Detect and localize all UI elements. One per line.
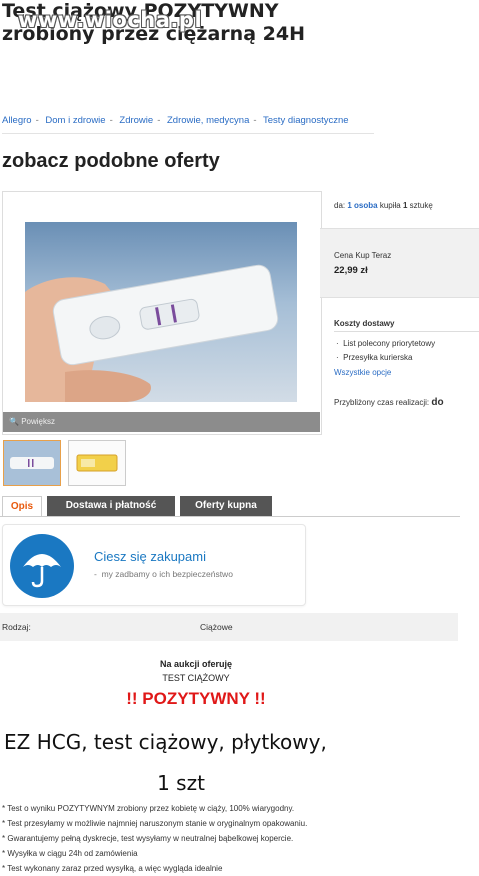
price-box: Cena Kup Teraz 22,99 zł <box>320 228 479 298</box>
purchase-stats: da: 1 osoba kupiła 1 sztukę <box>334 201 433 210</box>
umbrella-icon <box>10 534 74 598</box>
desc-intro: Na aukcji oferuję <box>159 659 233 669</box>
breadcrumb-dom-i-zdrowie[interactable]: Dom i zdrowie <box>45 115 105 126</box>
desc-bullet: * Test o wyniku POZYTYWNYM zrobiony prze… <box>2 804 295 813</box>
tab-opis[interactable]: Opis <box>2 496 42 516</box>
all-shipping-options-link[interactable]: Wszystkie opcje <box>334 368 391 377</box>
zoom-icon: 🔍 <box>9 417 19 426</box>
shipping-option-2: · Przesyłka kurierska <box>336 353 413 362</box>
buyer-count-link[interactable]: 1 osoba <box>347 201 377 210</box>
breadcrumb-zdrowie-medycyna[interactable]: Zdrowie, medycyna <box>167 115 249 126</box>
tab-dostawa-i-platnosc[interactable]: Dostawa i płatność <box>47 496 175 516</box>
similar-offers-title[interactable]: zobacz podobne oferty <box>2 150 220 173</box>
tabs-underline <box>0 516 460 517</box>
divider <box>2 133 374 134</box>
realization-time: Przybliżony czas realizacji: do <box>334 397 444 408</box>
desc-bullet: * Test przesyłamy w możliwie najmniej na… <box>2 819 308 828</box>
watermark: www.wiocha.pl <box>18 8 203 32</box>
param-row: Rodzaj: Ciążowe <box>0 613 458 641</box>
pregnancy-test-image <box>25 264 279 402</box>
offer-summary: da: 1 osoba kupiła 1 sztukę Cena Kup Ter… <box>320 191 479 431</box>
product-photo[interactable] <box>25 222 297 402</box>
breadcrumb-allegro[interactable]: Allegro <box>2 115 32 126</box>
desc-bullet: * Wysyłka w ciągu 24h od zamówienia <box>2 849 138 858</box>
param-value: Ciążowe <box>200 622 233 632</box>
breadcrumb-zdrowie[interactable]: Zdrowie <box>119 115 153 126</box>
thumbnail-1[interactable] <box>3 440 61 486</box>
param-label: Rodzaj: <box>2 622 31 632</box>
breadcrumb: Allegro - Dom i zdrowie - Zdrowie - Zdrowie… <box>2 115 349 126</box>
promo-title: Ciesz się zakupami <box>94 549 206 564</box>
buyer-protection-box: Ciesz się zakupami - my zadbamy o ich be… <box>2 524 306 606</box>
desc-positive: !! POZYTYWNY !! <box>126 689 266 708</box>
promo-subtitle: - my zadbamy o ich bezpieczeństwo <box>94 569 233 579</box>
desc-quantity: 1 szt <box>157 771 205 795</box>
price-label: Cena Kup Teraz <box>334 251 392 260</box>
desc-test-name: TEST CIĄŻOWY <box>162 673 230 683</box>
tab-oferty-kupna[interactable]: Oferty kupna <box>180 496 272 516</box>
thumbnail-2[interactable] <box>68 440 126 486</box>
zoom-bar[interactable]: 🔍 Powiększ <box>3 412 320 432</box>
shipping-label: Koszty dostawy <box>334 319 395 328</box>
shipping-divider <box>334 331 479 332</box>
desc-product: EZ HCG, test ciążowy, płytkowy, <box>4 730 327 754</box>
desc-bullet: * Gwarantujemy pełną dyskrecje, test wys… <box>2 834 294 843</box>
thumbnail-test-image <box>4 441 60 485</box>
breadcrumb-testy-diagnostyczne[interactable]: Testy diagnostyczne <box>263 115 349 126</box>
zoom-label: Powiększ <box>21 417 55 426</box>
desc-bullets: * Test o wyniku POZYTYWNYM zrobiony prze… <box>2 801 472 876</box>
shipping-option-1: · List polecony priorytetowy <box>336 339 436 348</box>
thumbnail-package-image <box>69 441 125 485</box>
price-value: 22,99 zł <box>334 265 368 276</box>
